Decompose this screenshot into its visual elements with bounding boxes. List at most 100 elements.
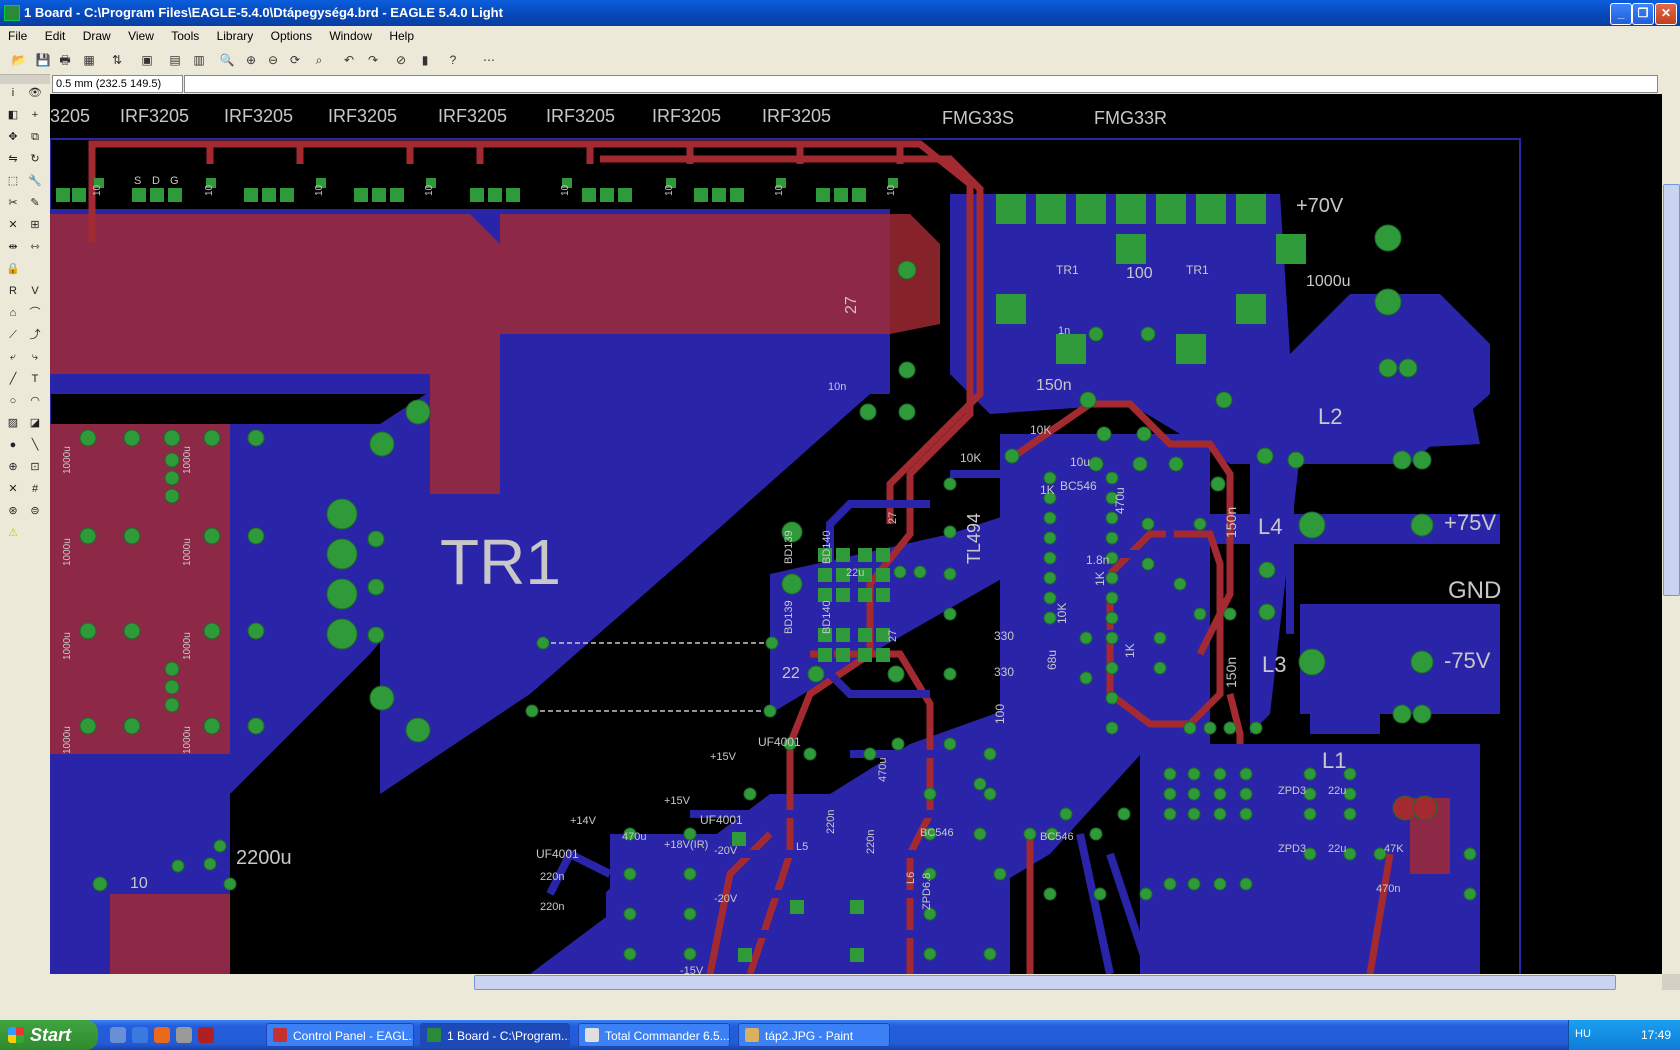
label-bc546-top: BC546 <box>1060 479 1097 493</box>
restore-button[interactable]: ❐ <box>1632 3 1654 25</box>
text-icon[interactable]: T <box>26 370 44 388</box>
help-icon[interactable]: ? <box>444 51 462 69</box>
errors-icon[interactable]: ⊜ <box>26 502 44 520</box>
zoom-fit-icon[interactable]: 🔍 <box>218 51 236 69</box>
start-button[interactable]: Start <box>0 1020 98 1050</box>
rotate-icon[interactable]: ↻ <box>26 150 44 168</box>
label-1000u-r4: 1000u <box>182 538 193 566</box>
menu-library[interactable]: Library <box>209 26 260 43</box>
split-icon[interactable]: ⇹ <box>4 238 22 256</box>
switch-board-icon[interactable]: ⇅ <box>108 51 126 69</box>
copy-icon[interactable]: ⧉ <box>26 128 44 146</box>
hole-icon[interactable]: ⊕ <box>4 458 22 476</box>
zoom-out-icon[interactable]: ⊖ <box>264 51 282 69</box>
horizontal-scroll-thumb[interactable] <box>474 975 1616 990</box>
route-icon[interactable]: ⤴ <box>26 326 44 344</box>
add-icon[interactable]: ⊞ <box>26 216 44 234</box>
zoom-in-icon[interactable]: ⊕ <box>242 51 260 69</box>
redraw-icon[interactable]: ⟳ <box>286 51 304 69</box>
label-bc546-b: BC546 <box>1040 831 1074 843</box>
label-zpd6-8: ZPD6.8 <box>921 873 933 910</box>
wire-icon[interactable]: ╱ <box>4 370 22 388</box>
task-label: Control Panel - EAGL... <box>293 1029 414 1043</box>
label-l4: L4 <box>1258 514 1282 539</box>
menu-draw[interactable]: Draw <box>75 26 117 43</box>
quicklaunch-app-icon[interactable] <box>176 1027 192 1043</box>
via-icon[interactable]: ● <box>4 436 22 454</box>
mirror-icon[interactable]: ⇋ <box>4 150 22 168</box>
paste-icon[interactable]: ✂ <box>4 194 22 212</box>
rect-icon[interactable]: ▨ <box>4 414 22 432</box>
clock[interactable]: 17:49 <box>1641 1028 1671 1042</box>
info-icon[interactable]: i <box>4 84 22 102</box>
cut-icon[interactable]: ✎ <box>26 194 44 212</box>
open-icon[interactable]: 📂 <box>10 51 28 69</box>
language-indicator[interactable]: HU <box>1575 1028 1591 1040</box>
label-l1: L1 <box>1322 748 1346 773</box>
mark-icon[interactable]: + <box>26 106 44 124</box>
print-icon[interactable]: 🖶 <box>56 51 74 69</box>
task-control-panel[interactable]: Control Panel - EAGL... <box>266 1023 414 1047</box>
ratsnest-icon[interactable]: ✕ <box>4 480 22 498</box>
menu-file[interactable]: File <box>0 26 33 43</box>
vertical-scroll-thumb[interactable] <box>1663 184 1680 596</box>
smash-icon[interactable]: ⌂ <box>4 304 22 322</box>
name-icon[interactable]: R <box>4 282 22 300</box>
cam-icon[interactable]: ▦ <box>80 51 98 69</box>
display-icon[interactable]: ◧ <box>4 106 22 124</box>
redo-icon[interactable]: ↷ <box>364 51 382 69</box>
firefox-icon[interactable] <box>154 1027 170 1043</box>
label-220n-d: 220n <box>865 830 877 854</box>
go-icon[interactable]: ▮ <box>416 51 434 69</box>
miter-icon[interactable]: ⌒ <box>26 304 44 322</box>
move-icon[interactable]: ✥ <box>4 128 22 146</box>
minimize-button[interactable]: _ <box>1610 3 1632 25</box>
task-eagle-board[interactable]: 1 Board - C:\Program... <box>420 1023 570 1047</box>
task-paint[interactable]: táp2.JPG - Paint <box>738 1023 890 1047</box>
group-icon[interactable]: ⬚ <box>4 172 22 190</box>
undo-icon[interactable]: ↶ <box>340 51 358 69</box>
autoroute-icon[interactable]: ⤷ <box>26 348 44 366</box>
board-canvas[interactable]: 3205 IRF3205 IRF3205 IRF3205 IRF3205 IRF… <box>50 94 1662 974</box>
label-1000u-r2: 1000u <box>182 446 193 474</box>
arc-icon[interactable]: ◠ <box>26 392 44 410</box>
circle-icon[interactable]: ○ <box>4 392 22 410</box>
command-line-input[interactable] <box>184 75 1658 93</box>
menu-view[interactable]: View <box>120 26 160 43</box>
menu-tools[interactable]: Tools <box>163 26 205 43</box>
menu-help[interactable]: Help <box>381 26 420 43</box>
zoom-select-icon[interactable]: ⌕ <box>310 51 328 69</box>
show-icon[interactable]: 👁 <box>26 84 44 102</box>
warning-icon[interactable]: ⚠ <box>4 524 22 542</box>
library-icon[interactable]: ▣ <box>138 51 156 69</box>
vertical-scrollbar[interactable] <box>1662 94 1680 974</box>
label-gnd: GND <box>1448 577 1501 604</box>
optimize-icon[interactable]: ⇿ <box>26 238 44 256</box>
internet-explorer-icon[interactable] <box>132 1027 148 1043</box>
drc-icon[interactable]: ⊛ <box>4 502 22 520</box>
grid-icon[interactable]: ⋯ <box>480 51 498 69</box>
change-icon[interactable]: 🔧 <box>26 172 44 190</box>
horizontal-scrollbar[interactable] <box>50 974 1662 990</box>
delete-icon[interactable]: ✕ <box>4 216 22 234</box>
main-toolbar: 📂 💾 🖶 ▦ ⇅ ▣ ▤ ▥ 🔍 ⊕ ⊖ ⟳ ⌕ ↶ ↷ ⊘ ▮ ? ⋯ <box>0 46 1680 75</box>
stop-icon[interactable]: ⊘ <box>392 51 410 69</box>
value-icon[interactable]: V <box>26 282 44 300</box>
save-icon[interactable]: 💾 <box>34 51 52 69</box>
ripup-icon[interactable]: ⤶ <box>4 348 22 366</box>
auto-icon[interactable]: # <box>26 480 44 498</box>
lock-icon[interactable]: 🔒 <box>4 260 22 278</box>
polygon-icon[interactable]: ◪ <box>26 414 44 432</box>
task-total-commander[interactable]: Total Commander 6.5... <box>578 1023 730 1047</box>
ulp-icon[interactable]: ▥ <box>190 51 208 69</box>
script-icon[interactable]: ▤ <box>166 51 184 69</box>
show-desktop-icon[interactable] <box>110 1027 126 1043</box>
attribute-icon[interactable]: ⊡ <box>26 458 44 476</box>
split-wire-icon[interactable]: ⟋ <box>4 326 22 344</box>
commander-icon[interactable] <box>198 1027 214 1043</box>
menu-edit[interactable]: Edit <box>37 26 72 43</box>
signal-icon[interactable]: ╲ <box>26 436 44 454</box>
menu-options[interactable]: Options <box>263 26 318 43</box>
close-button[interactable]: ✕ <box>1655 3 1677 25</box>
menu-window[interactable]: Window <box>321 26 378 43</box>
